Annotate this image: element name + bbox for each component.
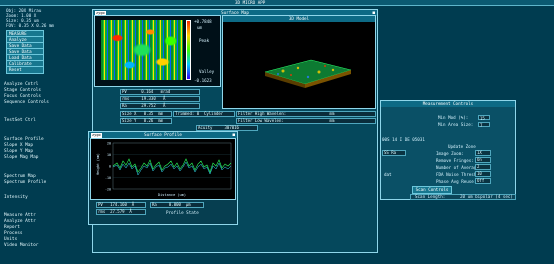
surface-map-panel: +0.7848 um Peak Valley -0.1623	[94, 15, 221, 87]
left-info-panel: Obj: 20X Mirau Zoom: 1.00 X Size: 0.35 u…	[6, 8, 76, 28]
menu-analyze-attr[interactable]: Analyze Attr	[4, 219, 36, 225]
image-zoom-field[interactable]: 1X	[475, 150, 491, 156]
app-screen: 3D MICRO APP Obj: 20X Mirau Zoom: 1.00 X…	[0, 0, 554, 264]
profile-rms-stat: rms 27.579 Å	[96, 209, 146, 215]
size-x-stat: Size X 0.35 mm	[120, 111, 172, 117]
phase-avg-field[interactable]: Off	[475, 178, 491, 184]
y-tick-label: -10	[105, 176, 111, 180]
trimmed-stat: Trimmed: 0 Cylinder	[173, 111, 235, 117]
dat-label: dat	[384, 172, 392, 177]
menu-spectrum-profile[interactable]: Spectrum Profile	[4, 180, 46, 186]
zygo-badge: zygo	[91, 132, 102, 138]
menu-slope-y-map[interactable]: Slope Y Map	[4, 149, 33, 155]
menu-intensity[interactable]: Intensity	[4, 195, 28, 201]
menu-analyze-cntrl[interactable]: Analyze Cntrl	[4, 82, 38, 88]
menu-stage-controls[interactable]: Stage Controls	[4, 88, 41, 94]
filter-low-stat: Filter Low Wavelen: mm	[236, 118, 376, 124]
profile-pv-stat: PV 174.160 Å	[96, 202, 146, 208]
profile-plot: 20 10 0 -10 -20 Height (nm) Distance (um…	[96, 142, 232, 197]
averages-field[interactable]: 2	[475, 164, 491, 170]
model-3d-surface	[264, 59, 352, 88]
remove-fringes-field[interactable]: On	[475, 157, 491, 163]
filter-high-stat: Filter High Wavelen: mm	[236, 111, 376, 117]
y-axis-label: Height (nm)	[96, 153, 100, 175]
menu-measure-attr[interactable]: Measure Attr	[4, 213, 36, 219]
menu-report[interactable]: Report	[4, 225, 20, 231]
min-mod-field[interactable]: 15	[478, 115, 490, 121]
pv-stat: PV 0.164 mrad	[120, 89, 200, 95]
profile-state-label: Profile State	[166, 210, 199, 215]
menu-spectrum-map[interactable]: Spectrum Map	[4, 174, 36, 180]
menu-video-monitor[interactable]: Video Monitor	[4, 243, 38, 249]
y-tick-label: 20	[107, 142, 111, 146]
app-title: 3D MICRO APP	[235, 0, 266, 5]
scale-bottom-value: -0.1623	[194, 78, 212, 83]
model-3d-panel: 3D Model	[222, 15, 376, 109]
peak-label: Peak	[199, 38, 210, 43]
y-tick-label: 0	[109, 165, 111, 169]
scale-top-value: +0.7848	[194, 19, 212, 24]
menu-slope-x-map[interactable]: Slope X Map	[4, 143, 33, 149]
y-tick-label: -20	[105, 188, 111, 192]
size-y-stat: Size Y 0.26 mm	[120, 118, 172, 124]
info-fov: FOV: 0.35 X 0.26 mm	[6, 23, 54, 28]
scale-unit: um	[197, 25, 203, 30]
min-area-field[interactable]: 7	[478, 122, 490, 128]
menu-surface-profile[interactable]: Surface Profile	[4, 137, 44, 143]
fda-threshold-field[interactable]: 10	[475, 171, 491, 177]
surface-map-image	[101, 20, 183, 80]
ra-stat: Ra 29.752 Å	[120, 103, 200, 109]
serial-text: 00S 14 I DE 05031	[382, 137, 425, 142]
scan-controls-button[interactable]: Scan Controls	[412, 186, 452, 194]
update-zone-label[interactable]: Update Zone	[448, 144, 476, 149]
remove-fringes-label: Remove Fringes:	[436, 158, 474, 163]
image-zoom-label: Image Zoom:	[436, 151, 464, 156]
rms-stat: rms 19.330 Å	[120, 96, 200, 102]
x-axis-label: Distance (um)	[158, 193, 186, 197]
y-tick-label: 10	[107, 153, 111, 157]
menu-sequence-controls[interactable]: Sequence Controls	[4, 100, 49, 106]
min-area-label: Min Area Size:	[438, 122, 474, 127]
profile-plot-area: 20 10 0 -10 -20 Height (nm) Distance (um…	[90, 138, 236, 200]
scan-length-label: Scan Length:	[415, 194, 446, 199]
reset-button[interactable]: Reset	[6, 66, 44, 74]
menu-slope-mag-map[interactable]: Slope Mag Map	[4, 155, 38, 161]
top-title-bar	[0, 0, 554, 6]
phase-avg-label: Phase Avg Reuse:	[436, 179, 477, 184]
color-scale-bar	[186, 20, 191, 80]
valley-label: Valley	[199, 69, 215, 74]
scan-length-value: 20 um bipolar (4 sec)	[460, 194, 513, 199]
menu-process[interactable]: Process	[4, 231, 23, 237]
stage-field[interactable]: SS Ra	[382, 150, 406, 156]
menu-focus-controls[interactable]: Focus Controls	[4, 94, 41, 100]
menu-units[interactable]: Units	[4, 237, 17, 243]
menu-testset-ctrl[interactable]: TestSet Ctrl	[4, 118, 36, 124]
profile-ra-stat: Ra 0.000 μm	[150, 202, 204, 208]
measurement-controls-title: Measurement Controls	[381, 101, 515, 107]
min-mod-label: Min Mod (%):	[438, 115, 469, 120]
